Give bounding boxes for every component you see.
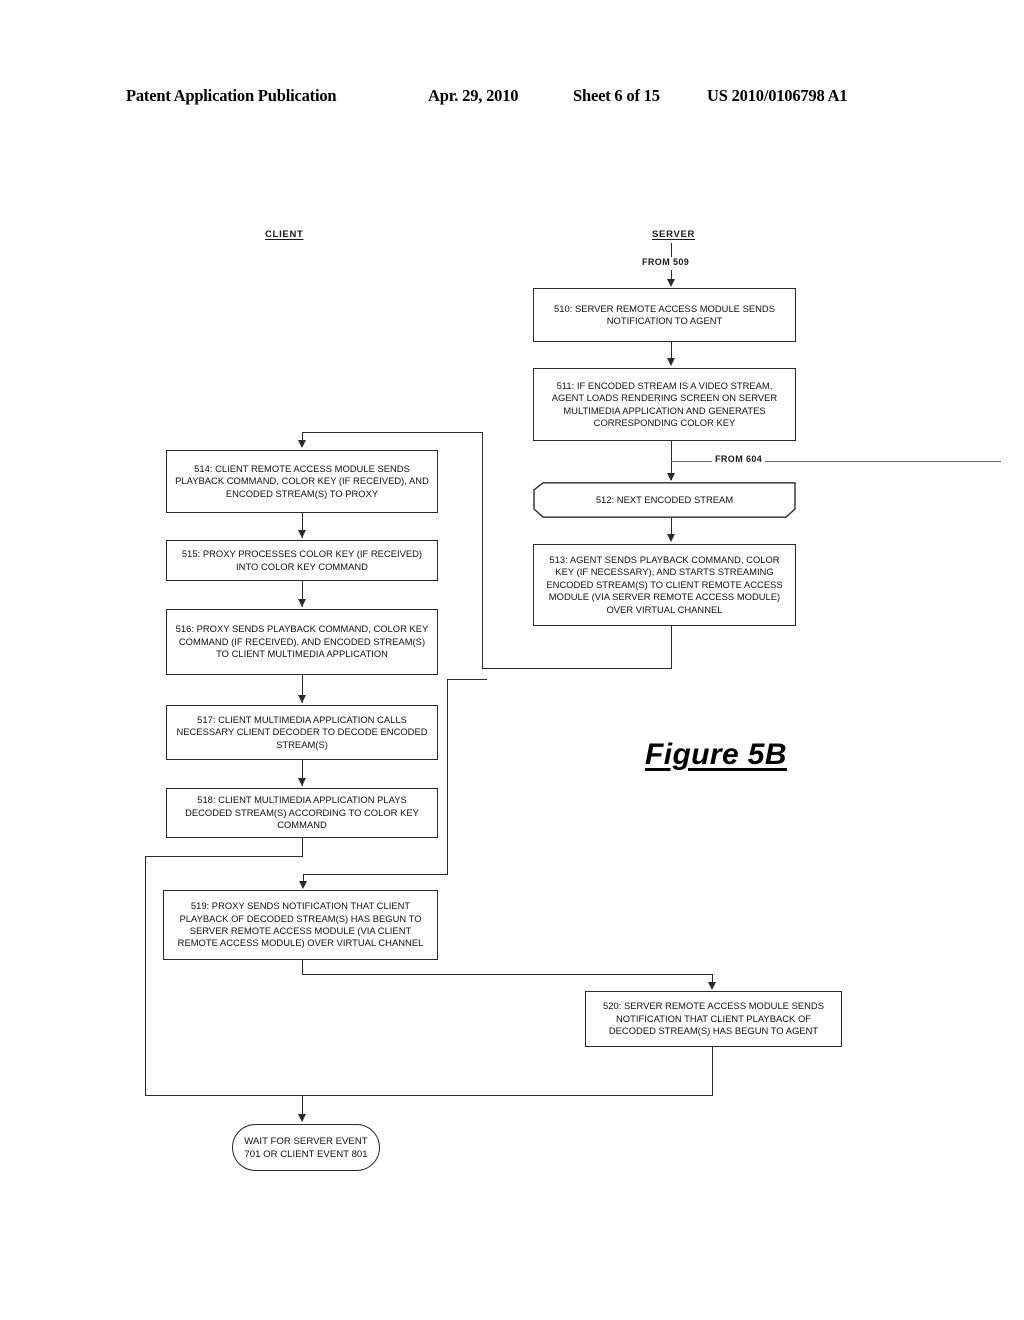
connector-519-to-520-horizontal	[302, 974, 713, 976]
node-510-server-remote-access-module-sends-notification: 510: SERVER REMOTE ACCESS MODULE SENDS N…	[533, 288, 796, 342]
node-517-label: 517: CLIENT MULTIMEDIA APPLICATION CALLS…	[176, 713, 428, 750]
connector-label-from-509: FROM 509	[639, 257, 693, 267]
connector-label-from-604: FROM 604	[712, 454, 766, 464]
connector-520-down	[712, 1047, 714, 1096]
arrow-into-511	[667, 358, 675, 366]
column-heading-client: CLIENT	[265, 229, 304, 240]
node-terminal-label: WAIT FOR SERVER EVENT 701 OR CLIENT EVEN…	[244, 1135, 368, 1160]
connector-server-heading-stub	[671, 243, 673, 257]
arrow-into-518	[298, 778, 306, 786]
arrow-into-terminal	[298, 1114, 306, 1122]
connector-518-loop-vertical	[145, 856, 147, 1096]
connector-513-down	[671, 626, 673, 669]
arrow-into-520	[708, 982, 716, 990]
connector-516-branch-vertical	[447, 679, 449, 875]
node-510-label: 510: SERVER REMOTE ACCESS MODULE SENDS N…	[554, 302, 775, 326]
node-512-next-encoded-stream: 512: NEXT ENCODED STREAM	[533, 482, 796, 518]
connector-518-down	[302, 838, 304, 857]
node-514-label: 514: CLIENT REMOTE ACCESS MODULE SENDS P…	[175, 462, 429, 499]
node-515-proxy-processes-color-key: 515: PROXY PROCESSES COLOR KEY (IF RECEI…	[166, 540, 438, 581]
flowchart-figure-5b: CLIENT SERVER FROM 509 510: SERVER REMOT…	[0, 0, 1024, 1320]
node-terminal-wait-for-event: WAIT FOR SERVER EVENT 701 OR CLIENT EVEN…	[232, 1124, 380, 1171]
arrow-into-517	[298, 695, 306, 703]
node-516-label: 516: PROXY SENDS PLAYBACK COMMAND, COLOR…	[175, 623, 429, 660]
node-517-client-multimedia-application-calls-decoder: 517: CLIENT MULTIMEDIA APPLICATION CALLS…	[166, 705, 438, 760]
node-512-label: 512: NEXT ENCODED STREAM	[595, 493, 734, 505]
arrow-into-515	[298, 530, 306, 538]
column-heading-server: SERVER	[652, 229, 696, 240]
connector-516-branch-top	[447, 679, 487, 681]
node-519-label: 519: PROXY SENDS NOTIFICATION THAT CLIEN…	[177, 900, 424, 949]
node-514-client-remote-access-module-sends: 514: CLIENT REMOTE ACCESS MODULE SENDS P…	[166, 450, 438, 513]
node-519-proxy-sends-notification: 519: PROXY SENDS NOTIFICATION THAT CLIEN…	[163, 890, 438, 960]
node-513-label: 513: AGENT SENDS PLAYBACK COMMAND, COLOR…	[546, 553, 783, 615]
arrow-into-514	[298, 440, 306, 448]
arrow-into-516	[298, 599, 306, 607]
node-520-label: 520: SERVER REMOTE ACCESS MODULE SENDS N…	[603, 1000, 824, 1037]
connector-bottom-bus	[145, 1095, 713, 1097]
node-518-client-multimedia-application-plays: 518: CLIENT MULTIMEDIA APPLICATION PLAYS…	[166, 788, 438, 838]
connector-519-down	[302, 960, 304, 975]
node-520-server-remote-access-module-sends-notification: 520: SERVER REMOTE ACCESS MODULE SENDS N…	[585, 991, 842, 1047]
connector-518-loop-horizontal	[145, 856, 303, 858]
arrow-into-510	[667, 279, 675, 287]
connector-513-to-514-horizontal-lower	[482, 668, 672, 670]
connector-513-to-514-horizontal-upper	[302, 432, 483, 434]
connector-516-branch-horizontal-lower	[303, 874, 448, 876]
arrow-into-512	[667, 473, 675, 481]
node-511-agent-loads-rendering-screen: 511: IF ENCODED STREAM IS A VIDEO STREAM…	[533, 368, 796, 441]
node-515-label: 515: PROXY PROCESSES COLOR KEY (IF RECEI…	[181, 548, 423, 572]
node-516-proxy-sends-playback-command: 516: PROXY SENDS PLAYBACK COMMAND, COLOR…	[166, 609, 438, 675]
node-513-agent-sends-playback-command: 513: AGENT SENDS PLAYBACK COMMAND, COLOR…	[533, 544, 796, 626]
arrow-into-519	[299, 881, 307, 889]
connector-513-to-514-vertical	[482, 432, 484, 669]
node-511-label: 511: IF ENCODED STREAM IS A VIDEO STREAM…	[551, 379, 778, 428]
figure-caption: Figure 5B	[645, 738, 787, 771]
arrow-into-513	[667, 534, 675, 542]
node-518-label: 518: CLIENT MULTIMEDIA APPLICATION PLAYS…	[185, 794, 419, 831]
